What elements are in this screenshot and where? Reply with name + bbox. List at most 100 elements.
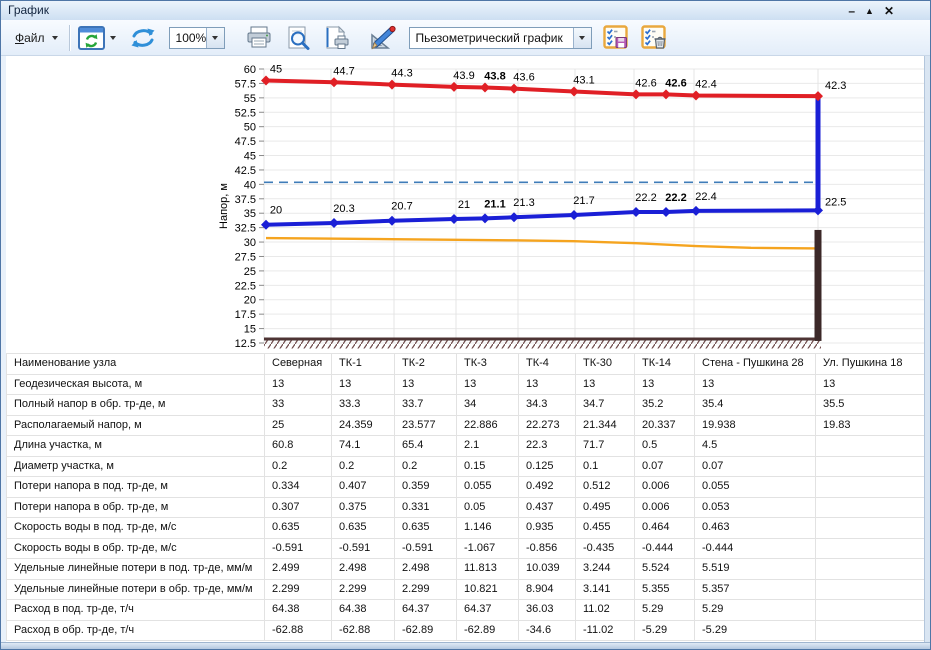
node-name-cell: Ул. Пушкина 18 <box>816 354 927 375</box>
table-cell: 19.83 <box>816 415 927 436</box>
refresh-dropdown-caret[interactable] <box>110 36 116 40</box>
table-cell: 71.7 <box>576 436 635 457</box>
table-cell: 0.07 <box>635 456 695 477</box>
table-cell: 0.07 <box>695 456 816 477</box>
table-cell: 5.519 <box>695 559 816 580</box>
supply-line-value-label: 42.6 <box>665 77 686 89</box>
zoom-dropdown-button[interactable] <box>206 28 224 48</box>
zoom-select[interactable]: 100% <box>169 27 225 49</box>
table-row: Длина участка, м60.874.165.42.122.371.70… <box>7 436 927 457</box>
row-label: Потери напора в обр. тр-де, м <box>7 497 265 518</box>
return-line-value-label: 22.2 <box>635 192 656 204</box>
table-cell: 11.02 <box>576 600 635 621</box>
chevron-down-icon <box>579 36 585 40</box>
save-settings-button[interactable] <box>600 24 632 52</box>
print-preview-button[interactable] <box>281 24 315 52</box>
pin-button[interactable]: ▲ <box>865 3 874 19</box>
table-cell: 13 <box>816 374 927 395</box>
supply-line-value-label: 42.3 <box>825 80 846 92</box>
table-cell: 0.006 <box>635 497 695 518</box>
table-cell: 64.38 <box>332 600 395 621</box>
edit-chart-button[interactable] <box>364 24 401 52</box>
supply-line-value-label: 44.3 <box>391 68 412 80</box>
table-cell: 13 <box>332 374 395 395</box>
chart: 12.51517.52022.52527.53032.53537.54042.5… <box>1 56 931 353</box>
table-cell: 0.635 <box>265 518 332 539</box>
y-tick-label: 47.5 <box>235 136 256 148</box>
table-cell: 0.125 <box>519 456 576 477</box>
supply-line-marker <box>691 91 701 101</box>
y-tick-label: 35 <box>244 208 256 220</box>
table-row: Расход в обр. тр-де, т/ч-62.88-62.88-62.… <box>7 620 927 641</box>
table-cell: 65.4 <box>395 436 457 457</box>
table-cell: 0.359 <box>395 477 457 498</box>
table-cell: 0.437 <box>519 497 576 518</box>
chevron-down-icon <box>52 36 58 40</box>
return-line-value-label: 21.1 <box>484 198 505 210</box>
y-tick-label: 15 <box>244 324 256 336</box>
table-cell: 22.273 <box>519 415 576 436</box>
table-cell: -62.89 <box>395 620 457 641</box>
table-row: Потери напора в обр. тр-де, м0.3070.3750… <box>7 497 927 518</box>
y-tick-label: 20 <box>244 295 256 307</box>
table-row: Располагаемый напор, м2524.35923.57722.8… <box>7 415 927 436</box>
return-line-marker <box>569 210 579 220</box>
table-cell: 0.455 <box>576 518 635 539</box>
table-cell: 0.5 <box>635 436 695 457</box>
row-label: Расход в под. тр-де, т/ч <box>7 600 265 621</box>
table-cell: 24.359 <box>332 415 395 436</box>
return-line-marker <box>387 216 397 226</box>
file-menu-button[interactable]: Файл <box>9 24 64 52</box>
node-name-cell: ТК-2 <box>395 354 457 375</box>
refresh-schema-button[interactable] <box>75 24 108 52</box>
table-cell: 0.2 <box>265 456 332 477</box>
row-label: Диаметр участка, м <box>7 456 265 477</box>
minimize-button[interactable]: – <box>848 3 855 19</box>
table-cell: -0.435 <box>576 538 635 559</box>
table-cell: -11.02 <box>576 620 635 641</box>
table-cell: 0.407 <box>332 477 395 498</box>
table-cell: 22.886 <box>457 415 519 436</box>
row-label: Располагаемый напор, м <box>7 415 265 436</box>
table-cell: 8.904 <box>519 579 576 600</box>
table-cell: 34.7 <box>576 395 635 416</box>
delete-settings-button[interactable] <box>638 24 670 52</box>
table-cell: 19.938 <box>695 415 816 436</box>
table-row: Геодезическая высота, м13131313131313131… <box>7 374 927 395</box>
table-cell: 2.498 <box>395 559 457 580</box>
table-cell: 0.635 <box>395 518 457 539</box>
table-cell: 0.334 <box>265 477 332 498</box>
graph-type-dropdown-button[interactable] <box>573 28 591 48</box>
row-label: Наименование узла <box>7 354 265 375</box>
table-cell: -62.89 <box>457 620 519 641</box>
table-cell: 0.2 <box>395 456 457 477</box>
reload-button[interactable] <box>124 24 162 52</box>
table-cell: 5.29 <box>695 600 816 621</box>
table-cell: 60.8 <box>265 436 332 457</box>
refresh-schema-icon <box>78 26 105 50</box>
copy-button[interactable] <box>319 24 354 52</box>
table-cell <box>816 436 927 457</box>
zoom-value: 100% <box>170 31 206 45</box>
table-cell: 0.935 <box>519 518 576 539</box>
table-cell: 2.1 <box>457 436 519 457</box>
table-row: Расход в под. тр-де, т/ч64.3864.3864.376… <box>7 600 927 621</box>
chevron-down-icon <box>212 36 218 40</box>
print-button[interactable] <box>241 24 277 52</box>
table-cell: 0.055 <box>695 477 816 498</box>
printer-icon <box>244 25 274 50</box>
graph-type-select[interactable]: Пьезометрический график <box>409 27 592 49</box>
y-tick-label: 50 <box>244 122 256 134</box>
return-line-value-label: 20.3 <box>333 203 354 215</box>
return-line-value-label: 22.4 <box>695 191 716 203</box>
table-cell: 10.821 <box>457 579 519 600</box>
y-tick-label: 40 <box>244 179 256 191</box>
table-cell: 0.15 <box>457 456 519 477</box>
close-button[interactable]: ✕ <box>884 3 894 19</box>
table-cell: 2.498 <box>332 559 395 580</box>
node-name-cell: ТК-1 <box>332 354 395 375</box>
y-tick-label: 12.5 <box>235 338 256 350</box>
table-cell: 13 <box>519 374 576 395</box>
copy-page-icon <box>322 25 351 51</box>
node-name-cell: Стена - Пушкина 28 <box>695 354 816 375</box>
